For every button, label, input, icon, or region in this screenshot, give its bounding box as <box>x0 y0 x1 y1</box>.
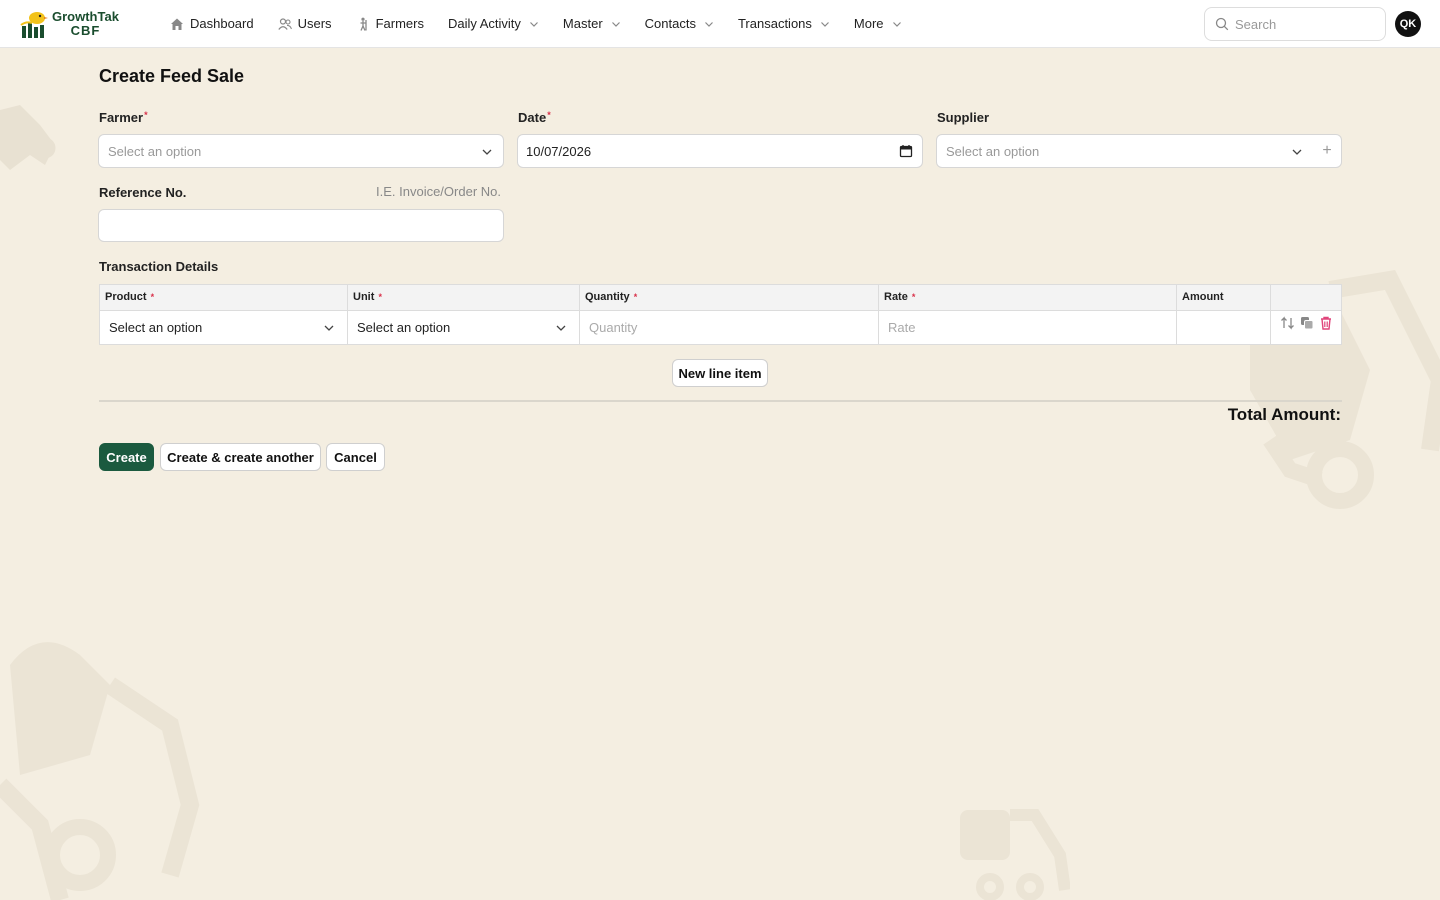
nav-contacts-label: Contacts <box>644 16 696 31</box>
nav-daily-activity-label: Daily Activity <box>447 16 521 31</box>
farmer-icon <box>359 17 367 31</box>
delete-icon[interactable] <box>1318 315 1334 331</box>
background-decoration <box>0 625 200 900</box>
date-input[interactable]: 10/07/2026 <box>517 134 923 168</box>
required-mark: * <box>633 292 638 302</box>
user-avatar[interactable]: QK <box>1395 11 1421 37</box>
nav-more[interactable]: More <box>842 8 914 40</box>
search-icon <box>1215 17 1229 31</box>
required-mark: * <box>144 110 148 120</box>
nav-farmers-label: Farmers <box>375 16 424 31</box>
date-label-text: Date <box>518 110 547 125</box>
nav-farmers[interactable]: Farmers <box>344 8 436 40</box>
unit-header-label: Unit <box>353 291 375 303</box>
cancel-button[interactable]: Cancel <box>326 443 385 471</box>
nav-dashboard[interactable]: Dashboard <box>158 8 266 40</box>
unit-select[interactable]: Select an option <box>348 311 580 344</box>
calendar-icon[interactable] <box>899 144 913 158</box>
column-header-rate: Rate * <box>879 285 1177 311</box>
required-mark: * <box>547 110 551 120</box>
duplicate-icon[interactable] <box>1299 315 1315 331</box>
nav-contacts[interactable]: Contacts <box>633 8 726 40</box>
column-header-unit: Unit * <box>348 285 580 311</box>
chevron-down-icon <box>324 325 334 331</box>
chevron-down-icon <box>705 21 713 27</box>
chevron-down-icon <box>482 149 492 155</box>
chevron-down-icon <box>820 21 829 27</box>
total-amount-label: Total Amount: <box>1227 405 1341 424</box>
rate-header-label: Rate <box>884 291 908 303</box>
add-supplier-button[interactable]: + <box>1313 134 1342 168</box>
brand-subtitle: CBF <box>70 22 101 38</box>
reference-label: Reference No. <box>99 185 187 200</box>
unit-select-value: Select an option <box>357 320 451 335</box>
chevron-down-icon <box>611 21 620 27</box>
new-line-item-button[interactable]: New line item <box>672 359 768 387</box>
nav-more-label: More <box>853 16 884 31</box>
plus-icon: + <box>1322 142 1332 159</box>
reference-input[interactable] <box>98 209 504 242</box>
rate-input[interactable]: Rate <box>879 311 1177 344</box>
chevron-down-icon <box>1292 149 1302 155</box>
reference-hint: I.E. Invoice/Order No. <box>376 184 501 199</box>
global-search[interactable] <box>1204 7 1386 41</box>
chick-logo-icon <box>20 11 48 38</box>
quantity-header-label: Quantity <box>585 291 630 303</box>
users-icon <box>277 17 292 30</box>
chevron-down-icon <box>892 21 901 27</box>
brand-logo-link[interactable]: GrowthTak CBF <box>20 9 150 39</box>
page-title: Create Feed Sale <box>99 66 245 86</box>
required-mark: * <box>150 292 155 302</box>
product-select-value: Select an option <box>109 320 203 335</box>
create-and-create-another-button[interactable]: Create & create another <box>160 443 321 471</box>
nav-master[interactable]: Master <box>551 8 633 40</box>
column-header-quantity: Quantity * <box>580 285 879 311</box>
farmer-label-text: Farmer <box>99 110 144 125</box>
date-label: Date* <box>518 110 551 125</box>
product-select[interactable]: Select an option <box>100 311 348 344</box>
required-mark: * <box>378 292 382 302</box>
transaction-details-title: Transaction Details <box>99 259 219 274</box>
chevron-down-icon <box>556 325 566 331</box>
farmer-select-placeholder: Select an option <box>108 143 202 159</box>
farmer-label: Farmer* <box>99 110 148 125</box>
chevron-down-icon <box>529 21 538 27</box>
quantity-input[interactable]: Quantity <box>580 311 879 344</box>
nav-users-label: Users <box>297 16 332 31</box>
top-navigation-bar: GrowthTak CBF Dashboard Users Farmers Da… <box>0 0 1440 48</box>
nav-users[interactable]: Users <box>266 8 344 40</box>
nav-dashboard-label: Dashboard <box>190 16 254 31</box>
amount-cell <box>1177 311 1271 344</box>
line-items-table: Product * Unit * Quantity * Rate * Amoun… <box>99 284 1342 345</box>
column-header-product: Product * <box>100 285 348 311</box>
nav-transactions[interactable]: Transactions <box>726 8 842 40</box>
farmer-select[interactable]: Select an option <box>98 134 504 168</box>
search-input[interactable] <box>1235 16 1375 32</box>
nav-master-label: Master <box>562 16 603 31</box>
nav-transactions-label: Transactions <box>737 16 812 31</box>
background-decoration <box>0 100 70 180</box>
column-header-amount: Amount <box>1177 285 1271 311</box>
reorder-icon[interactable] <box>1280 315 1296 331</box>
required-mark: * <box>911 292 916 302</box>
brand-name: GrowthTak <box>52 8 119 24</box>
nav-daily-activity[interactable]: Daily Activity <box>436 8 551 40</box>
background-decoration <box>955 795 1070 900</box>
divider <box>99 400 1342 402</box>
create-button[interactable]: Create <box>99 443 154 471</box>
home-icon <box>171 18 183 30</box>
main-nav: Dashboard Users Farmers Daily Activity M… <box>158 8 914 40</box>
supplier-select-placeholder: Select an option <box>946 143 1040 159</box>
product-header-label: Product <box>105 291 147 303</box>
row-actions <box>1280 315 1337 331</box>
date-value: 10/07/2026 <box>526 143 592 159</box>
supplier-label: Supplier <box>937 110 990 125</box>
supplier-select[interactable]: Select an option <box>936 134 1314 168</box>
